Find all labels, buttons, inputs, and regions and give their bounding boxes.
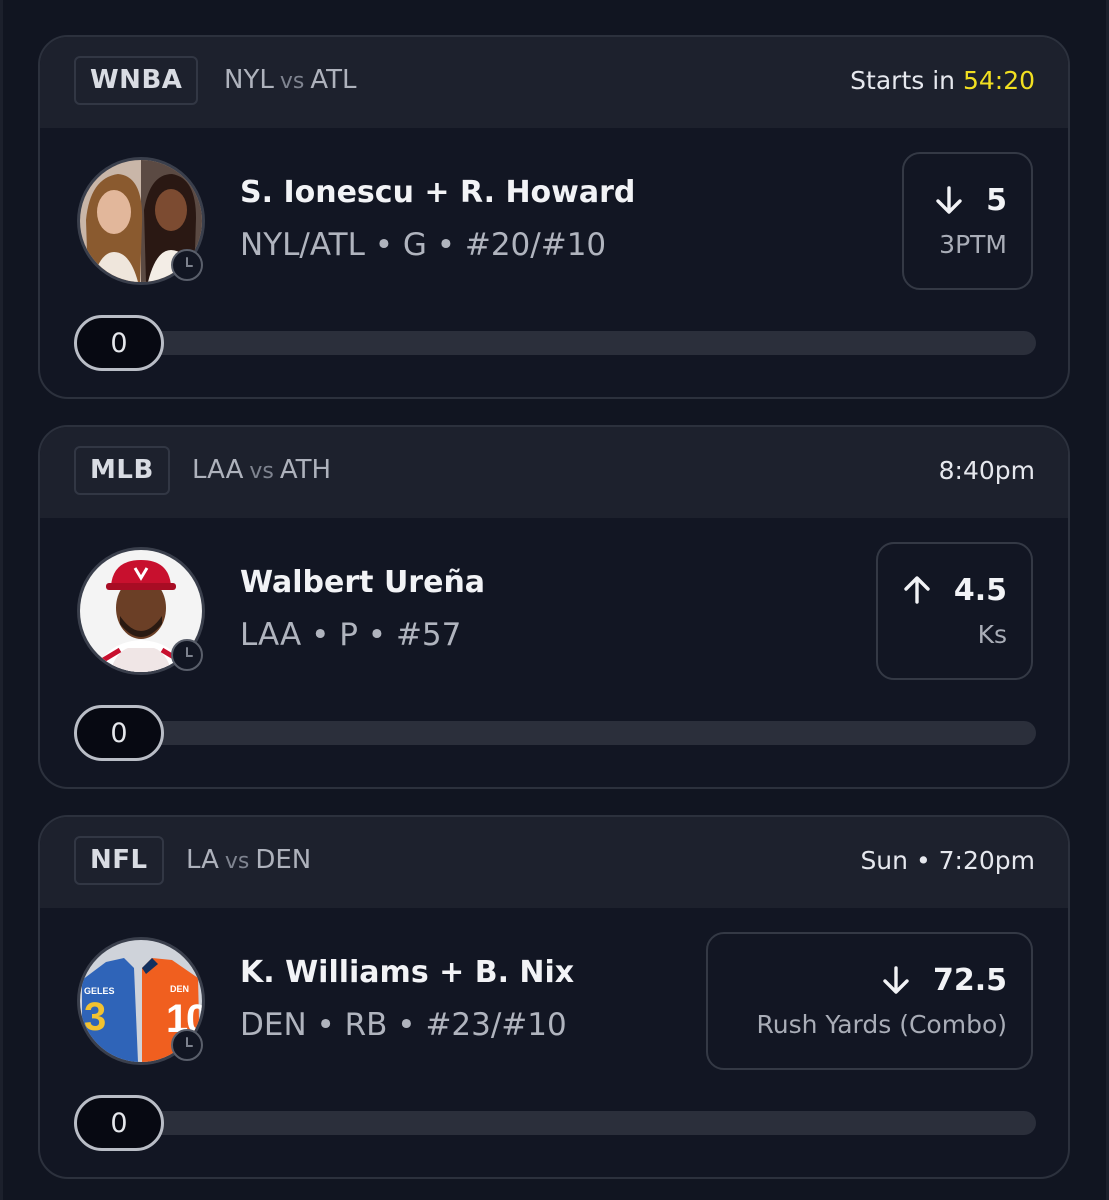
start-time: Sun • 7:20pm [860,846,1035,875]
matchup: NYL vs ATL [224,56,356,105]
away-team: LAA [192,455,244,485]
projection-line-button[interactable]: 5 3PTM [902,152,1033,290]
progress-track [76,331,1036,355]
home-team: ATL [310,65,357,95]
game-start: Sun • 7:20pm [860,836,1035,885]
clock-icon [171,1029,203,1061]
league-badge: MLB [74,446,170,495]
player-meta: LAA • P • #57 [240,617,462,653]
player-avatar-group[interactable] [77,547,205,675]
pick-card-nfl[interactable]: NFL LAvsDEN Sun • 7:20pm 3 GELES DEN 1 0… [38,815,1070,1179]
progress-value: 0 [74,315,164,371]
player-meta: NYL/ATL • G • #20/#10 [240,227,607,263]
player-avatar-group[interactable] [77,157,205,285]
svg-text:DEN: DEN [170,984,189,994]
line-stat: Rush Yards (Combo) [756,1010,1007,1039]
away-team: LA [186,845,219,875]
svg-text:3: 3 [84,995,106,1039]
player-name: Walbert Ureña [240,565,486,600]
home-team: ATH [279,455,332,485]
vs-label: vs [279,69,305,94]
vs-label: vs [224,849,250,874]
card-header: NFL LA vs DEN Sun • 7:20pm [40,817,1068,908]
player-avatar-group[interactable]: 3 GELES DEN 1 0 [77,937,205,1065]
game-start: Starts in 54:20 [850,56,1035,105]
progress-value: 0 [74,1095,164,1151]
pick-card-wnba[interactable]: WNBA NYL vs ATL Starts in 54:20 S. Ionescu… [38,35,1070,399]
line-stat: 3PTM [939,230,1007,259]
left-edge [0,0,3,1200]
clock-icon [171,249,203,281]
home-team: DEN [255,845,312,875]
projection-line-button[interactable]: 72.5 Rush Yards (Combo) [706,932,1033,1070]
arrow-up-icon [904,576,930,604]
line-value: 4.5 [953,572,1007,608]
svg-text:GELES: GELES [84,986,115,996]
progress-track [76,721,1036,745]
game-start: 8:40pm [939,446,1035,495]
progress-value: 0 [74,705,164,761]
matchup: LA vs DEN [186,836,311,885]
projection-line-button[interactable]: 4.5 Ks [876,542,1033,680]
card-header: MLB LAA vs ATH 8:40pm [40,427,1068,518]
vs-label: vs [249,459,274,484]
player-name: K. Williams + B. Nix [240,955,575,990]
player-meta: DEN • RB • #23/#10 [240,1007,567,1043]
league-badge: WNBA [74,56,199,105]
league-badge: NFL [74,836,164,885]
start-time: 8:40pm [938,456,1035,485]
clock-icon [171,639,203,671]
line-top: 72.5 [881,960,1007,1000]
line-stat: Ks [977,620,1007,649]
matchup: LAA vs ATH [192,446,331,495]
line-value: 72.5 [932,962,1007,998]
card-header: WNBA NYL vs ATL Starts in 54:20 [40,37,1068,128]
start-prefix: Starts in [850,66,963,95]
pick-card-mlb[interactable]: MLB LAA vs ATH 8:40pm Walbert Ureña LAA • … [38,425,1070,789]
line-top: 5 [934,180,1007,220]
arrow-down-icon [936,186,962,214]
progress-track [76,1111,1036,1135]
line-value: 5 [986,182,1007,218]
away-team: NYL [224,65,274,95]
line-top: 4.5 [902,570,1007,610]
player-name: S. Ionescu + R. Howard [240,175,636,210]
arrow-down-icon [883,966,909,994]
countdown-time: 54:20 [962,66,1035,95]
